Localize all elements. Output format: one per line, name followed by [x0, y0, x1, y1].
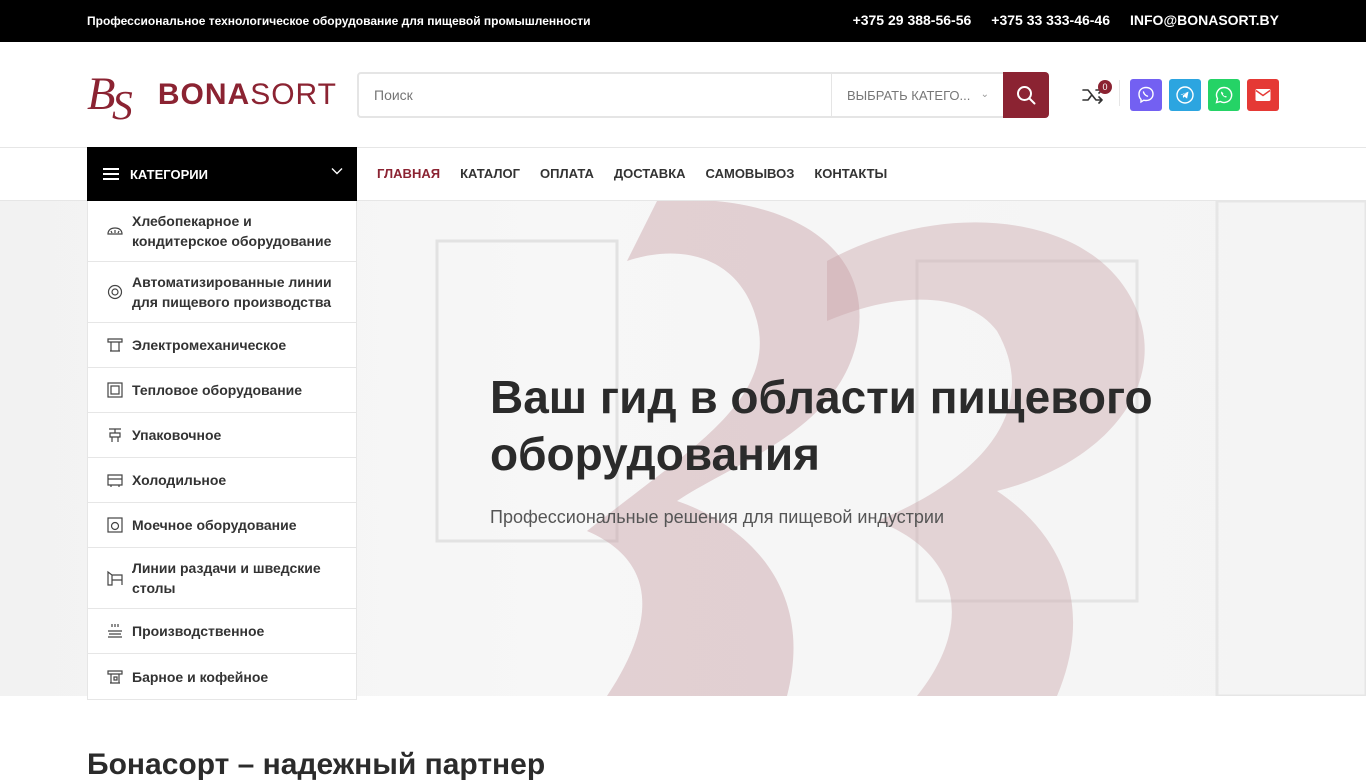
category-item-serving-lines[interactable]: Линии раздачи и шведские столы — [88, 548, 356, 609]
search-button[interactable] — [1003, 72, 1049, 118]
category-item-thermal[interactable]: Тепловое оборудование — [88, 368, 356, 413]
category-item-automated-lines[interactable]: Автоматизированные линии для пищевого пр… — [88, 262, 356, 323]
hero-title: Ваш гид в области пищевого оборудования — [490, 371, 1153, 480]
chevron-down-icon — [331, 168, 343, 175]
category-item-electromechanical[interactable]: Электромеханическое — [88, 323, 356, 368]
viber-button[interactable] — [1130, 79, 1162, 111]
dishwasher-icon — [107, 517, 123, 533]
viber-icon — [1138, 86, 1154, 104]
categories-label: КАТЕГОРИИ — [130, 166, 208, 182]
email-button[interactable] — [1247, 79, 1279, 111]
search-bar: ВЫБРАТЬ КАТЕГО... ⌄ — [357, 72, 1049, 118]
phone-link-2[interactable]: +375 33 333-46-46 — [991, 12, 1110, 28]
bs-monogram-logo: B S — [87, 69, 133, 128]
oven-icon — [107, 382, 123, 398]
category-select-label: ВЫБРАТЬ КАТЕГО... — [847, 87, 971, 103]
telegram-button[interactable] — [1169, 79, 1201, 111]
svg-text:S: S — [112, 82, 133, 128]
main-nav: КАТЕГОРИИ ГЛАВНАЯ КАТАЛОГ ОПЛАТА ДОСТАВК… — [0, 147, 1366, 201]
category-item-production[interactable]: Производственное — [88, 609, 356, 654]
nav-item-pickup[interactable]: САМОВЫВОЗ — [706, 166, 795, 181]
nav-item-payment[interactable]: ОПЛАТА — [540, 166, 594, 181]
top-contacts: +375 29 388-56-56 +375 33 333-46-46 INFO… — [853, 12, 1279, 28]
nav-item-contacts[interactable]: КОНТАКТЫ — [814, 166, 887, 181]
category-item-refrigeration[interactable]: Холодильное — [88, 458, 356, 503]
serving-counter-icon — [107, 570, 123, 586]
site-logo[interactable]: B S BONASORT — [87, 62, 337, 128]
site-header: B S BONASORT ВЫБРАТЬ КАТЕГО... ⌄ 0 — [0, 42, 1366, 148]
top-bar: Профессиональное технологическое оборудо… — [0, 0, 1366, 42]
phone-link-1[interactable]: +375 29 388-56-56 — [853, 12, 972, 28]
category-item-packaging[interactable]: Упаковочное — [88, 413, 356, 458]
category-item-bakery[interactable]: Хлебопекарное и кондитерское оборудовани… — [88, 201, 356, 262]
nav-item-delivery[interactable]: ДОСТАВКА — [614, 166, 686, 181]
telegram-icon — [1176, 86, 1194, 104]
compare-button[interactable]: 0 — [1082, 80, 1112, 106]
category-item-bar-coffee[interactable]: Барное и кофейное — [88, 654, 356, 699]
whatsapp-button[interactable] — [1208, 79, 1240, 111]
production-table-icon — [108, 624, 122, 638]
search-input[interactable] — [359, 74, 831, 116]
chevron-down-icon: ⌄ — [980, 89, 989, 100]
hamburger-icon — [103, 168, 119, 180]
categories-toggle[interactable]: КАТЕГОРИИ — [87, 147, 357, 201]
tagline: Профессиональное технологическое оборудо… — [87, 14, 591, 28]
whatsapp-icon — [1215, 86, 1233, 104]
nav-item-catalog[interactable]: КАТАЛОГ — [460, 166, 520, 181]
category-select[interactable]: ВЫБРАТЬ КАТЕГО... ⌄ — [831, 74, 1003, 116]
hero-subtitle: Профессиональные решения для пищевой инд… — [490, 507, 945, 527]
nav-item-home[interactable]: ГЛАВНАЯ — [377, 166, 440, 181]
primary-menu: ГЛАВНАЯ КАТАЛОГ ОПЛАТА ДОСТАВКА САМОВЫВО… — [377, 166, 887, 181]
category-list: Хлебопекарное и кондитерское оборудовани… — [87, 201, 357, 700]
email-link[interactable]: INFO@BONASORT.BY — [1130, 12, 1279, 28]
bread-icon — [107, 227, 123, 235]
header-divider — [1119, 80, 1120, 106]
fridge-showcase-icon — [107, 474, 123, 487]
mixer-icon — [107, 338, 123, 352]
coffee-machine-icon — [107, 669, 123, 684]
envelope-icon — [1255, 89, 1271, 101]
compare-count-badge: 0 — [1098, 80, 1112, 94]
search-icon — [1017, 86, 1036, 105]
logo-text: BONASORT — [157, 78, 337, 111]
packaging-machine-icon — [109, 428, 121, 442]
gear-line-icon — [107, 284, 123, 300]
section-heading: Бонасорт – надежный партнер — [87, 748, 546, 781]
category-item-washing[interactable]: Моечное оборудование — [88, 503, 356, 548]
